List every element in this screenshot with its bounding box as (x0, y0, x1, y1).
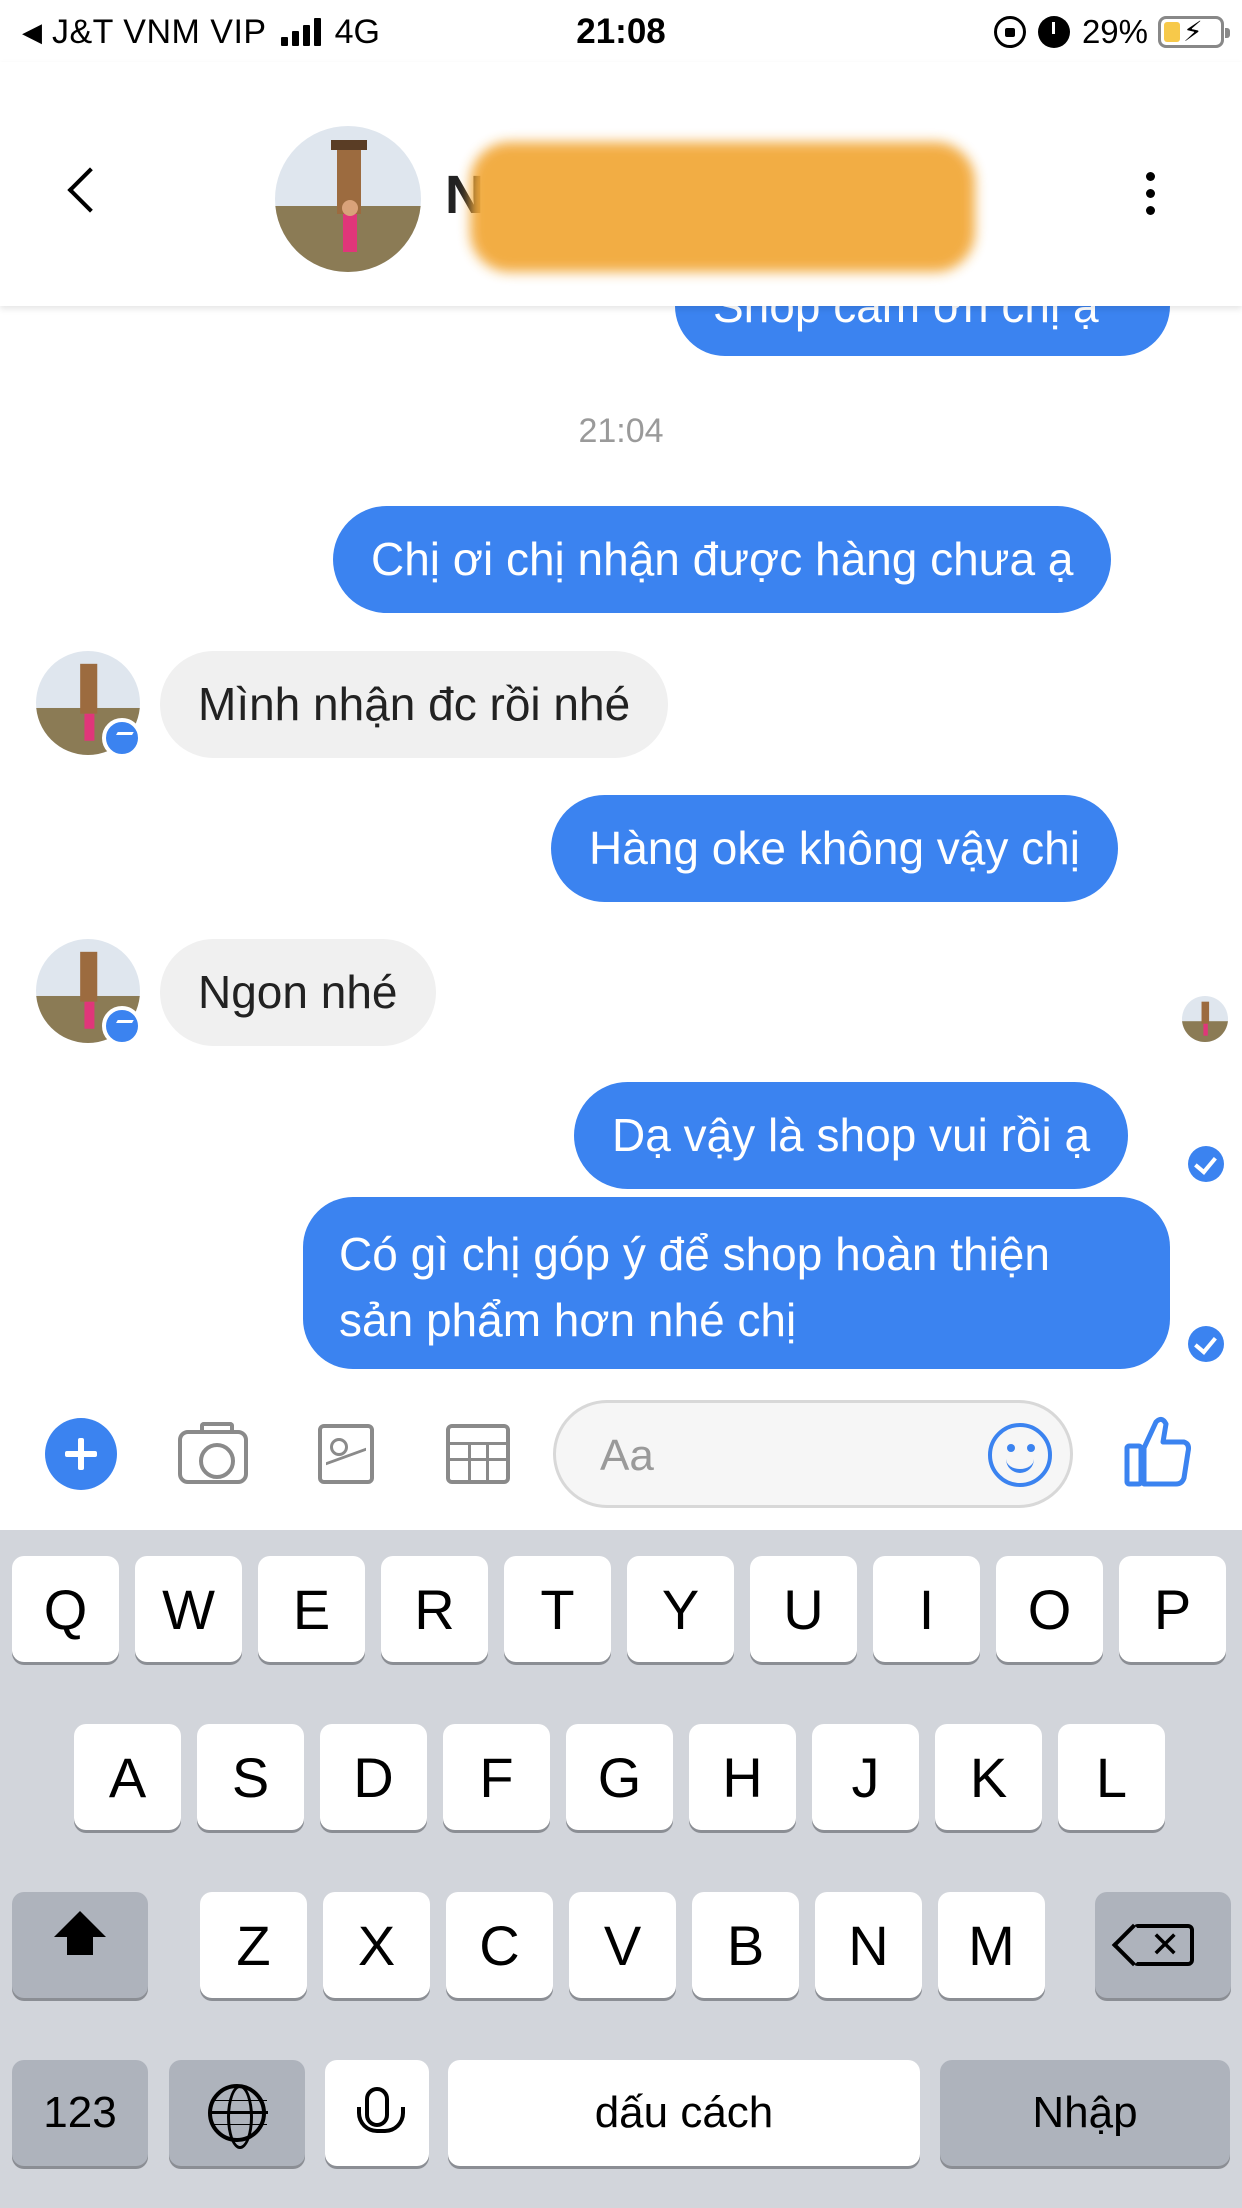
message-bubble-outgoing[interactable]: Hàng oke không vậy chị (551, 795, 1118, 902)
key-letter[interactable]: L (1058, 1724, 1165, 1830)
delivered-check-icon (1188, 1146, 1224, 1182)
numbers-key[interactable]: 123 (12, 2060, 148, 2166)
more-dot (1145, 189, 1155, 198)
key-letter[interactable]: A (74, 1724, 181, 1830)
dictation-key[interactable] (325, 2060, 429, 2166)
globe-icon (208, 2084, 268, 2149)
contact-avatar-image (275, 126, 421, 272)
key-letter[interactable]: W (135, 1556, 242, 1662)
thumbs-up-icon[interactable] (1124, 1414, 1192, 1488)
battery-cap (1225, 28, 1230, 38)
key-letter[interactable]: O (996, 1556, 1103, 1662)
message-bubble-incoming[interactable]: Mình nhận đc rồi nhé (160, 651, 669, 758)
key-letter[interactable]: J (812, 1724, 919, 1830)
status-bar: ◀ J&T VNM VIP 4G 21:08 29% ⚡ (0, 0, 1242, 62)
key-letter[interactable]: N (815, 1892, 922, 1998)
key-letter[interactable]: T (504, 1556, 611, 1662)
composer-bar (0, 1378, 1242, 1530)
message-bubble-outgoing[interactable]: Có gì chị góp ý để shop hoàn thiện sản p… (303, 1197, 1170, 1369)
redaction-overlay (470, 142, 975, 272)
plus-icon[interactable] (45, 1418, 117, 1490)
backspace-key[interactable]: ✕ (1095, 1892, 1231, 1998)
shift-arrow-icon (54, 1911, 106, 1971)
alarm-icon (1037, 16, 1070, 48)
shift-key[interactable] (12, 1892, 148, 1998)
keyboard: ✕ 123 dấu cách Nhập QWERTYUIOP ASDFGHJKL Z… (0, 1530, 1242, 2208)
more-dot (1145, 172, 1155, 181)
messenger-badge-icon (102, 1006, 142, 1046)
status-right: 29% ⚡ (993, 10, 1230, 54)
key-letter[interactable]: R (381, 1556, 488, 1662)
key-letter[interactable]: H (689, 1724, 796, 1830)
image-icon[interactable] (318, 1424, 374, 1484)
messenger-badge-icon (102, 718, 142, 758)
message-input-container[interactable] (553, 1400, 1073, 1508)
more-dot (1145, 206, 1155, 215)
message-bubble-incoming[interactable]: Ngon nhé (160, 939, 436, 1046)
seen-by-avatar (1182, 996, 1228, 1042)
message-list[interactable]: Shop cảm ơn chị ạ 21:04 Chị ơi chị nhận … (0, 306, 1242, 1378)
key-letter[interactable]: B (692, 1892, 799, 1998)
contact-avatar[interactable] (275, 126, 421, 272)
microphone-icon (357, 2087, 405, 2133)
message-bubble-outgoing-partial[interactable]: Shop cảm ơn chị ạ (675, 306, 1170, 356)
delivered-check-icon (1188, 1326, 1224, 1362)
message-bubble-outgoing[interactable]: Dạ vậy là shop vui rồi ạ (574, 1082, 1129, 1189)
key-letter[interactable]: E (258, 1556, 365, 1662)
return-key[interactable]: Nhập (940, 2060, 1230, 2166)
key-letter[interactable]: X (323, 1892, 430, 1998)
message-bubble-outgoing[interactable]: Chị ơi chị nhận được hàng chưa ạ (333, 506, 1112, 613)
conversation-header: N (0, 62, 1242, 306)
charging-bolt-icon: ⚡ (1183, 16, 1203, 47)
key-letter[interactable]: S (197, 1724, 304, 1830)
backspace-icon: ✕ (1111, 1923, 1194, 1967)
contact-avatar-image (1182, 996, 1228, 1042)
battery-icon: ⚡ (1158, 16, 1230, 48)
space-key[interactable]: dấu cách (448, 2060, 920, 2166)
key-letter[interactable]: F (443, 1724, 550, 1830)
key-letter[interactable]: U (750, 1556, 857, 1662)
globe-key[interactable] (169, 2060, 305, 2166)
key-letter[interactable]: P (1119, 1556, 1226, 1662)
battery-fill (1164, 22, 1180, 42)
camera-icon[interactable] (178, 1422, 248, 1484)
emoji-icon[interactable] (988, 1423, 1052, 1487)
key-letter[interactable]: V (569, 1892, 676, 1998)
key-letter[interactable]: Q (12, 1556, 119, 1662)
key-letter[interactable]: G (566, 1724, 673, 1830)
battery-percent: 29% (1081, 13, 1148, 50)
key-letter[interactable]: K (935, 1724, 1042, 1830)
key-letter[interactable]: Z (200, 1892, 307, 1998)
back-button[interactable] (62, 170, 102, 210)
key-letter[interactable]: I (873, 1556, 980, 1662)
message-input[interactable] (600, 1427, 960, 1485)
key-letter[interactable]: D (320, 1724, 427, 1830)
grid-icon[interactable] (446, 1424, 510, 1484)
timestamp: 21:04 (578, 412, 664, 450)
more-options-button[interactable] (1140, 172, 1160, 232)
key-letter[interactable]: M (938, 1892, 1045, 1998)
rotation-lock-icon (993, 16, 1026, 48)
thumbs-up-icon-svg (1124, 1416, 1191, 1487)
key-letter[interactable]: Y (627, 1556, 734, 1662)
key-letter[interactable]: C (446, 1892, 553, 1998)
